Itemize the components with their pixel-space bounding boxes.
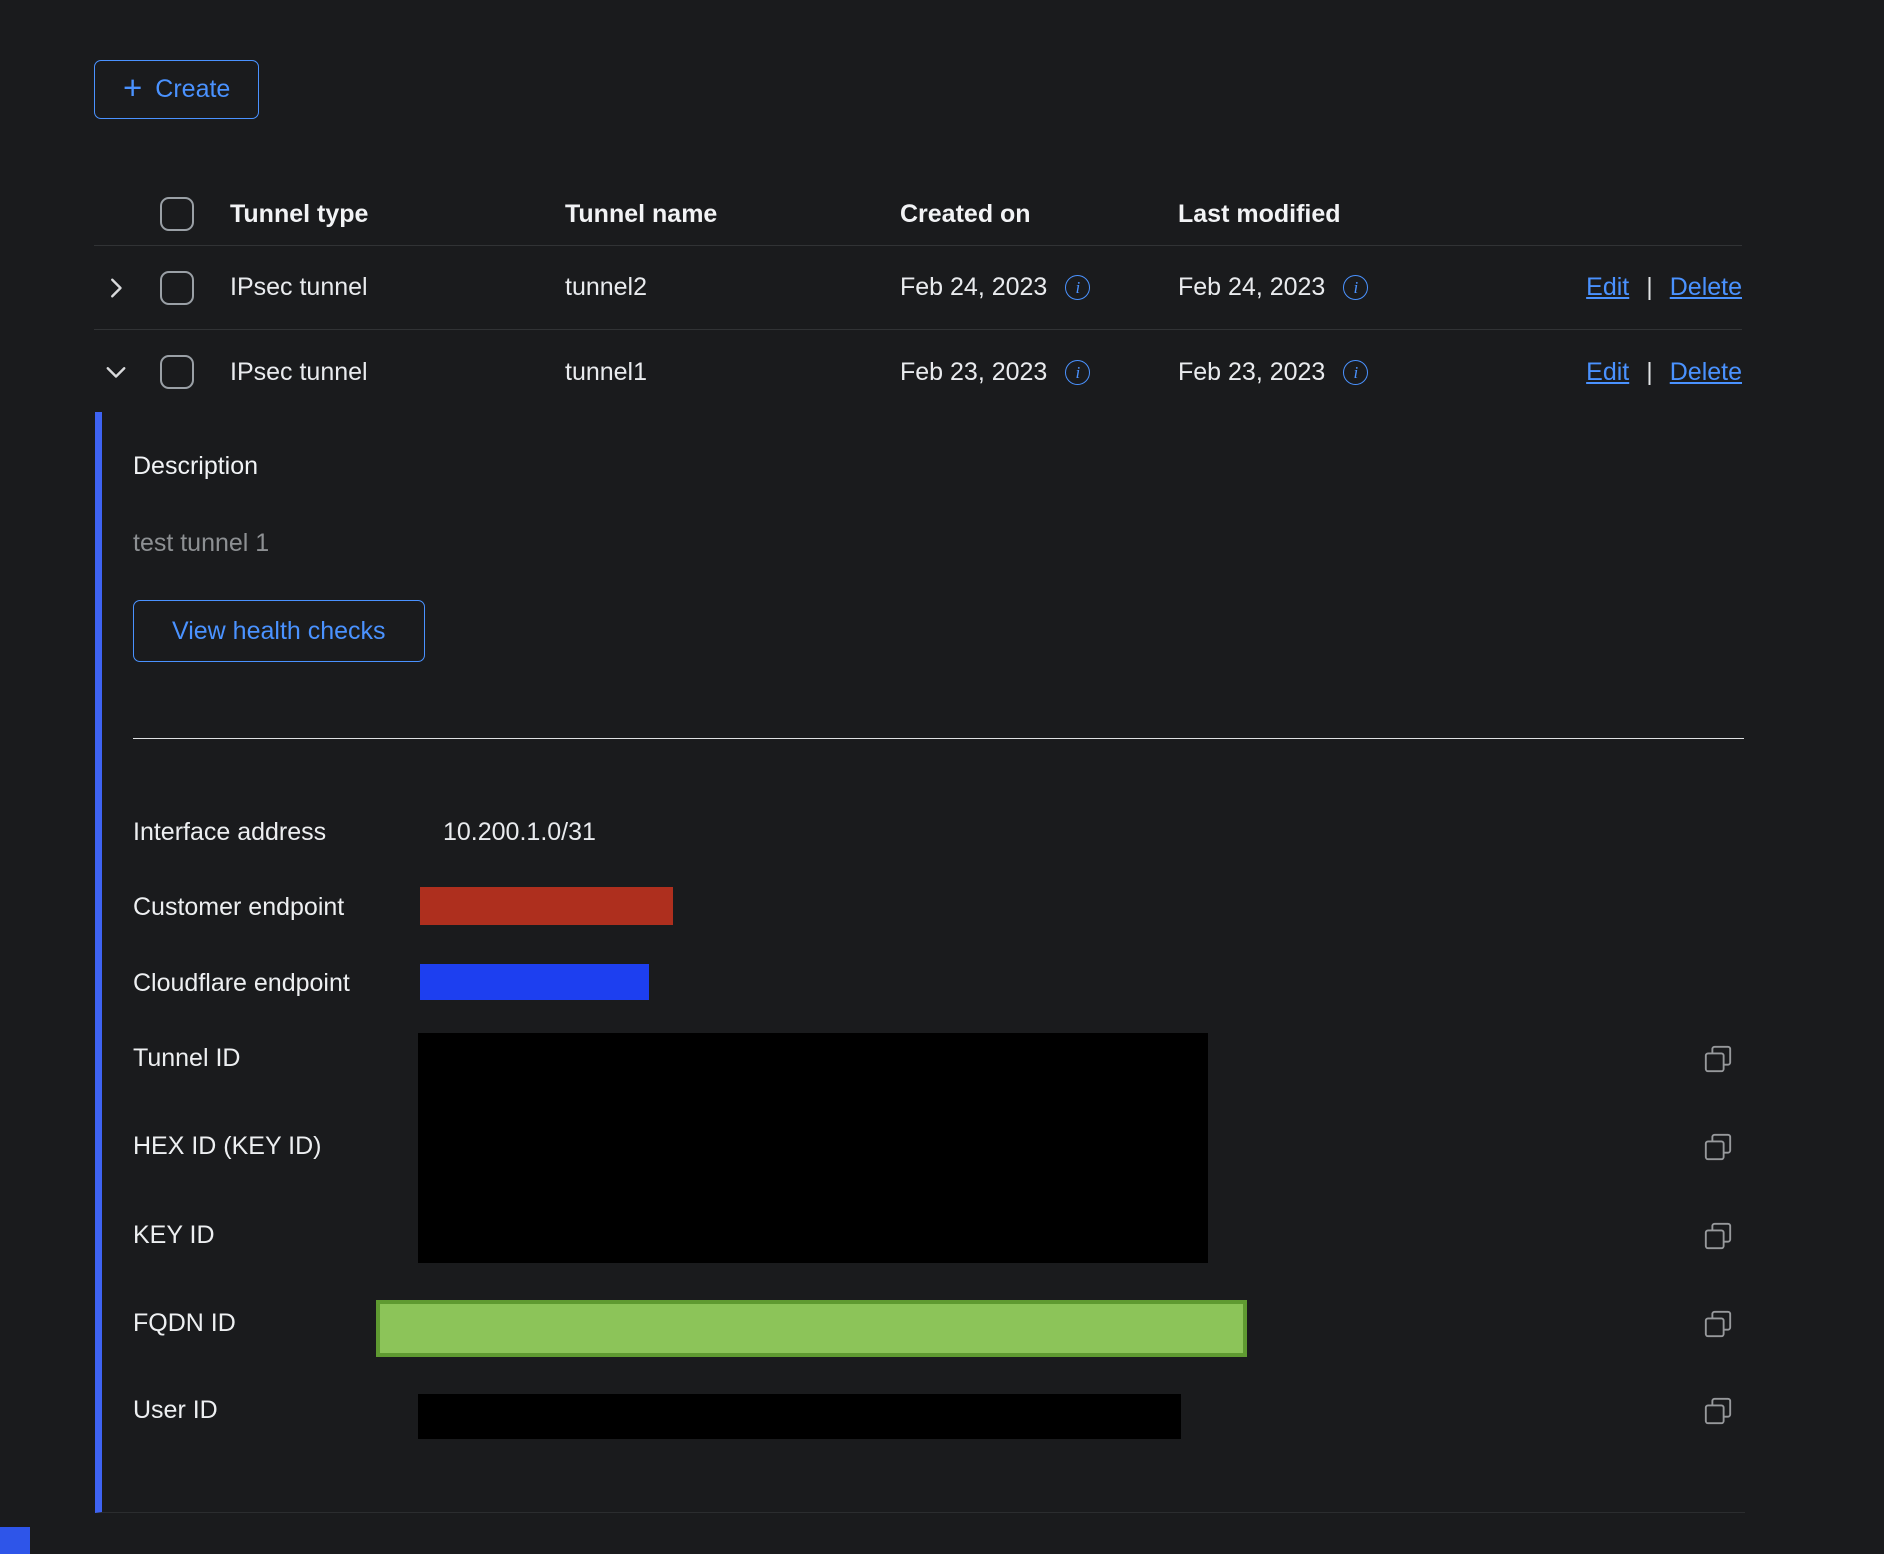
tunnels-table: Tunnel type Tunnel name Created on Last … [94, 183, 1742, 414]
copy-icon[interactable] [1703, 1132, 1733, 1162]
description-value: test tunnel 1 [133, 528, 1745, 558]
edit-link[interactable]: Edit [1586, 358, 1629, 387]
row-checkbox-cell [160, 271, 230, 305]
copy-icon[interactable] [1703, 1221, 1733, 1251]
created-on-value: Feb 23, 2023 [900, 358, 1047, 387]
tunnel-id-redaction [418, 1033, 1208, 1263]
copy-icon[interactable] [1703, 1309, 1733, 1339]
field-label-hex-id: HEX ID (KEY ID) [133, 1129, 321, 1163]
header-last-modified: Last modified [1178, 200, 1480, 229]
field-label-interface-address: Interface address [133, 815, 326, 849]
action-separator: | [1646, 358, 1653, 387]
chevron-right-icon[interactable] [104, 276, 128, 300]
tunnel-detail-panel: Description test tunnel 1 View health ch… [95, 412, 1745, 1513]
actions-cell: Edit | Delete [1480, 273, 1742, 302]
header-tunnel-type: Tunnel type [230, 200, 565, 229]
last-modified-cell: Feb 23, 2023 i [1178, 358, 1480, 387]
header-tunnel-name: Tunnel name [565, 200, 900, 229]
customer-endpoint-redaction [420, 887, 673, 925]
info-icon[interactable]: i [1343, 360, 1368, 385]
chevron-down-icon[interactable] [104, 360, 128, 384]
delete-link[interactable]: Delete [1670, 273, 1742, 302]
info-icon[interactable]: i [1065, 360, 1090, 385]
bottom-left-blue-fragment [0, 1527, 30, 1554]
user-id-redaction [418, 1394, 1181, 1439]
last-modified-value: Feb 23, 2023 [1178, 358, 1325, 387]
field-label-fqdn-id: FQDN ID [133, 1306, 236, 1340]
row-checkbox[interactable] [160, 355, 194, 389]
actions-cell: Edit | Delete [1480, 358, 1742, 387]
row-checkbox[interactable] [160, 271, 194, 305]
row-checkbox-cell [160, 355, 230, 389]
last-modified-value: Feb 24, 2023 [1178, 273, 1325, 302]
tunnel-type-cell: IPsec tunnel [230, 273, 565, 302]
select-all-checkbox[interactable] [160, 197, 194, 231]
header-created-on: Created on [900, 200, 1178, 229]
tunnel-type-cell: IPsec tunnel [230, 358, 565, 387]
table-row-tunnel2: IPsec tunnel tunnel2 Feb 24, 2023 i Feb … [94, 246, 1742, 330]
created-on-cell: Feb 24, 2023 i [900, 273, 1178, 302]
cloudflare-endpoint-redaction [420, 964, 649, 1000]
expander-cell [94, 276, 160, 300]
field-label-tunnel-id: Tunnel ID [133, 1041, 240, 1075]
interface-address-value: 10.200.1.0/31 [443, 815, 596, 849]
tunnel-detail-fields: Interface address 10.200.1.0/31 Customer… [133, 739, 1745, 1472]
tunnel-name-cell: tunnel2 [565, 273, 900, 302]
header-checkbox-cell [160, 197, 230, 231]
edit-link[interactable]: Edit [1586, 273, 1629, 302]
expander-cell [94, 360, 160, 384]
field-label-customer-endpoint: Customer endpoint [133, 890, 344, 924]
table-header-row: Tunnel type Tunnel name Created on Last … [94, 183, 1742, 246]
create-button[interactable]: + Create [94, 60, 259, 119]
table-row-tunnel1: IPsec tunnel tunnel1 Feb 23, 2023 i Feb … [94, 330, 1742, 414]
created-on-value: Feb 24, 2023 [900, 273, 1047, 302]
info-icon[interactable]: i [1065, 275, 1090, 300]
description-label: Description [133, 450, 1745, 482]
view-health-checks-button[interactable]: View health checks [133, 600, 425, 662]
created-on-cell: Feb 23, 2023 i [900, 358, 1178, 387]
field-label-cloudflare-endpoint: Cloudflare endpoint [133, 966, 350, 1000]
delete-link[interactable]: Delete [1670, 358, 1742, 387]
copy-icon[interactable] [1703, 1044, 1733, 1074]
tunnel-name-cell: tunnel1 [565, 358, 900, 387]
field-label-key-id: KEY ID [133, 1218, 215, 1252]
info-icon[interactable]: i [1343, 275, 1368, 300]
action-separator: | [1646, 273, 1653, 302]
ipsec-tunnels-page: + Create Tunnel type Tunnel name Created… [0, 0, 1884, 1554]
last-modified-cell: Feb 24, 2023 i [1178, 273, 1480, 302]
create-button-label: Create [155, 75, 230, 104]
copy-icon[interactable] [1703, 1396, 1733, 1426]
fqdn-id-redaction [376, 1300, 1247, 1357]
field-label-user-id: User ID [133, 1393, 218, 1427]
